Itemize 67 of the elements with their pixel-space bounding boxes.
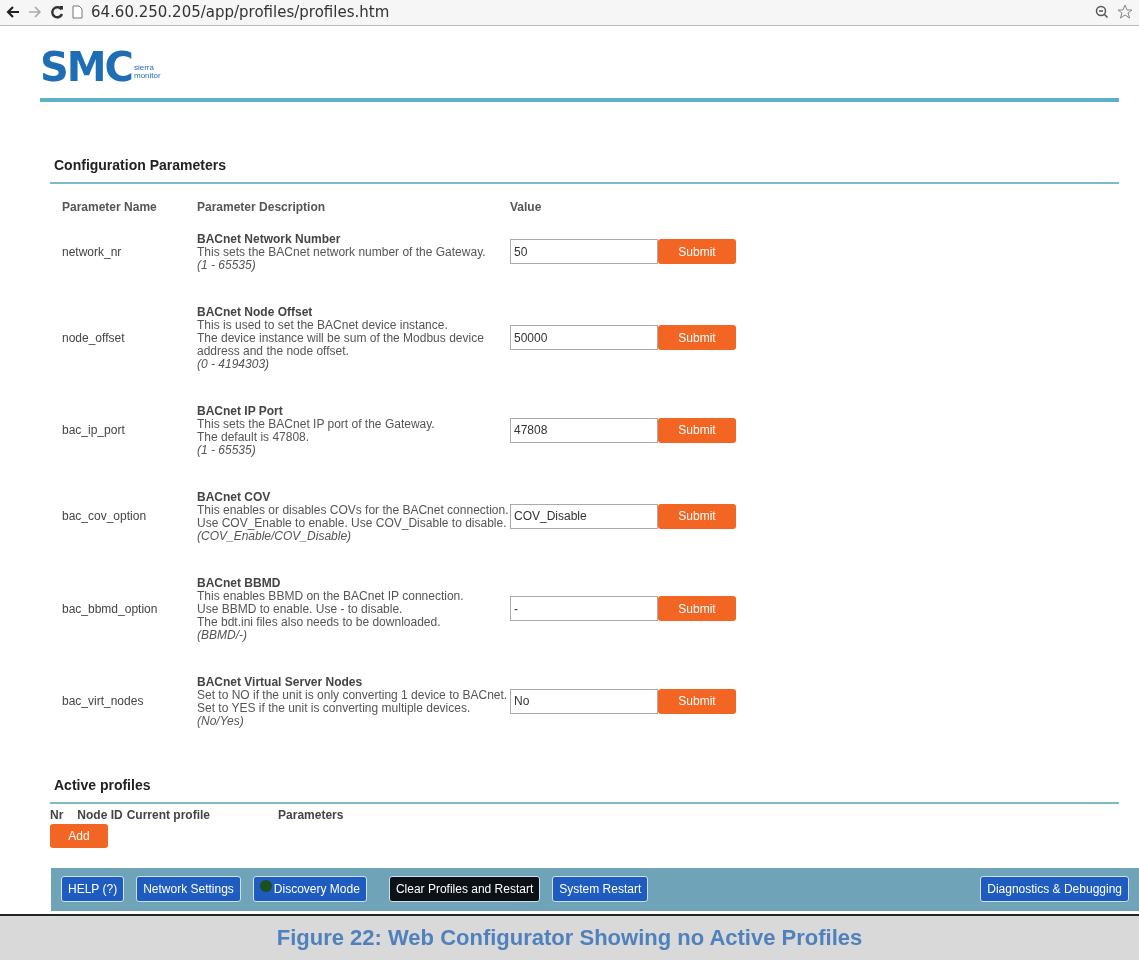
parameter-description: The device instance will be sum of the Modbus device address and the node offset.: [197, 331, 485, 358]
section-title: Configuration Parameters: [54, 155, 227, 175]
column-header: Parameter Description: [197, 199, 326, 214]
parameter-range: (1 - 65535): [197, 443, 257, 457]
value-field[interactable]: 50000: [510, 325, 658, 351]
parameter-description: Use COV_Enable to enable. Use COV_Disable to disable.: [197, 516, 508, 530]
nav-button[interactable]: Clear Profiles and Restart: [388, 876, 541, 903]
parameter-description: The default is 47808.: [197, 430, 311, 444]
add-button[interactable]: Add: [50, 823, 108, 848]
parameter-title: BACnet Virtual Server Nodes: [197, 674, 364, 689]
parameter-range: (COV_Enable/COV_Disable): [197, 529, 353, 543]
parameter-name: node_offset: [62, 330, 125, 345]
nav-button[interactable]: HELP (?): [61, 876, 125, 903]
parameter-description: Set to YES if the unit is converting multiple devices.: [197, 701, 472, 715]
parameter-name: bac_cov_option: [62, 509, 147, 524]
parameter-name: network_nr: [62, 244, 122, 259]
parameter-description: This enables or disables COVs for the BACnet connection.: [197, 503, 510, 517]
submit-button[interactable]: Submit: [658, 417, 736, 443]
submit-button[interactable]: Submit: [658, 688, 736, 714]
parameter-title: BACnet Network Number: [197, 231, 342, 246]
submit-button[interactable]: Submit: [658, 596, 736, 622]
parameter-range: (0 - 4194303): [197, 357, 271, 371]
column-header: Node ID: [77, 806, 123, 824]
back-arrow-icon[interactable]: [6, 5, 20, 20]
submit-button[interactable]: Submit: [658, 239, 736, 265]
star-icon[interactable]: [1117, 4, 1133, 21]
parameter-description: This sets the BACnet network number of the Gateway.: [197, 245, 487, 259]
parameter-description: This enables BBMD on the BACnet IP connection.: [197, 589, 465, 603]
parameter-title: BACnet IP Port: [197, 403, 284, 418]
discovery-mode-button[interactable]: Discovery Mode: [252, 876, 367, 903]
logo-text: SMC: [40, 49, 132, 84]
parameter-title: BACnet Node Offset: [197, 304, 314, 319]
nav-button[interactable]: System Restart: [552, 876, 649, 903]
value-field[interactable]: 47808: [510, 417, 658, 443]
parameter-name: bac_bbmd_option: [62, 601, 158, 616]
column-header: Value: [510, 199, 542, 214]
submit-button[interactable]: Submit: [658, 325, 736, 351]
nav-button[interactable]: Diagnostics & Debugging: [980, 876, 1129, 903]
parameter-name: bac_virt_nodes: [62, 694, 144, 709]
parameter-range: (BBMD/-): [197, 628, 248, 642]
parameter-title: BACnet COV: [197, 489, 272, 504]
section-title: Active profiles: [54, 775, 152, 795]
logo-subtitle: monitor: [133, 71, 161, 80]
column-header: Nr: [50, 806, 64, 824]
logo-subtitle: sierra: [133, 63, 155, 72]
value-field[interactable]: 50: [510, 239, 658, 265]
parameter-description: This sets the BACnet IP port of the Gateway.: [197, 417, 436, 431]
figure-caption: Figure 22: Web Configurator Showing no Active Profiles: [0, 913, 1139, 960]
parameter-description: The bdt.ini files also needs to be downloaded.: [197, 615, 442, 629]
parameter-description: Use BBMD to enable. Use - to disable.: [197, 602, 404, 616]
column-header: Parameters: [278, 806, 344, 824]
parameter-title: BACnet BBMD: [197, 575, 282, 590]
parameter-range: (1 - 65535): [197, 258, 257, 272]
submit-button[interactable]: Submit: [658, 503, 736, 529]
value-field[interactable]: No: [510, 688, 658, 714]
reload-icon[interactable]: [50, 5, 64, 20]
column-header: Current profile: [126, 806, 211, 824]
value-field[interactable]: COV_Disable: [510, 503, 658, 529]
nav-button[interactable]: Network Settings: [136, 876, 241, 903]
column-header: Parameter Name: [62, 199, 157, 214]
value-field[interactable]: -: [510, 596, 658, 622]
parameter-description: Set to NO if the unit is only converting 1 device to BACnet.: [197, 688, 509, 702]
zoom-out-icon[interactable]: [1095, 5, 1109, 20]
page-icon: [72, 5, 83, 20]
parameter-description: This is used to set the BACnet device instance.: [197, 318, 449, 332]
parameter-name: bac_ip_port: [62, 423, 125, 438]
parameter-range: (No/Yes): [197, 714, 245, 728]
